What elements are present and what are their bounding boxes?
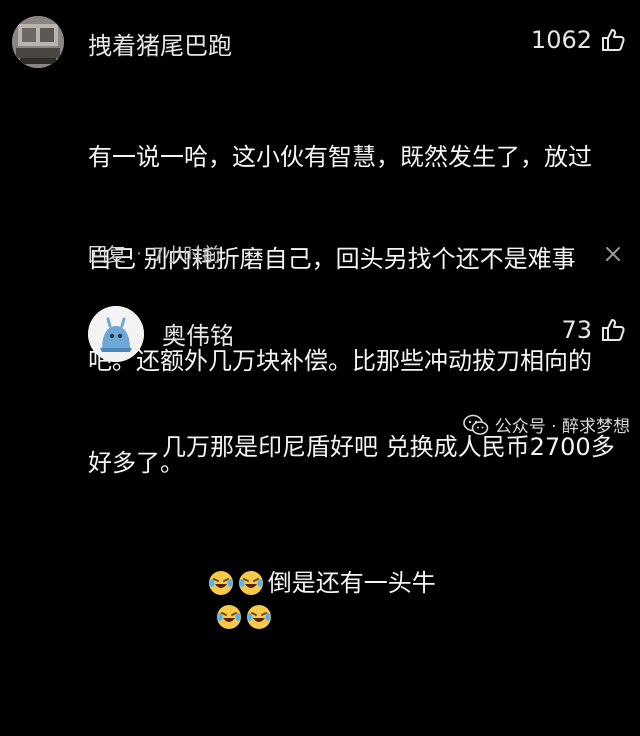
laughing-tears-emoji: [246, 605, 271, 629]
thumb-up-icon[interactable]: [600, 27, 626, 53]
avatar-image: [12, 16, 64, 68]
close-icon[interactable]: [604, 245, 622, 263]
username[interactable]: 奥伟铭: [162, 316, 234, 351]
like-group[interactable]: 1062: [531, 26, 626, 54]
username[interactable]: 拽着猪尾巴跑: [88, 26, 232, 61]
like-count: 73: [561, 316, 592, 344]
watermark-text: 公众号 · 醉求梦想: [494, 417, 630, 437]
laughing-tears-emoji: [238, 571, 263, 595]
avatar[interactable]: [88, 306, 144, 362]
separator: ·: [136, 242, 143, 265]
avatar-image: [88, 306, 144, 362]
comment-meta: 回复 · 7小时前: [88, 240, 221, 267]
like-group[interactable]: 73: [561, 316, 626, 344]
comment-line-2: 倒是还有一头牛: [162, 532, 632, 668]
comment-line: 有一说一哈，这小伙有智慧，既然发生了，放过: [88, 143, 592, 171]
like-count: 1062: [530, 26, 592, 54]
watermark: 公众号 · 醉求梦想: [462, 412, 630, 437]
avatar[interactable]: [12, 16, 64, 68]
comment-text-segment: 倒是还有一头牛: [267, 569, 436, 597]
reply-button[interactable]: 回复: [88, 240, 126, 267]
wechat-icon: [462, 414, 489, 435]
timestamp: 7小时前: [152, 244, 222, 266]
thumb-up-icon[interactable]: [600, 317, 626, 343]
laughing-tears-emoji: [216, 605, 241, 629]
laughing-tears-emoji: [208, 571, 233, 595]
